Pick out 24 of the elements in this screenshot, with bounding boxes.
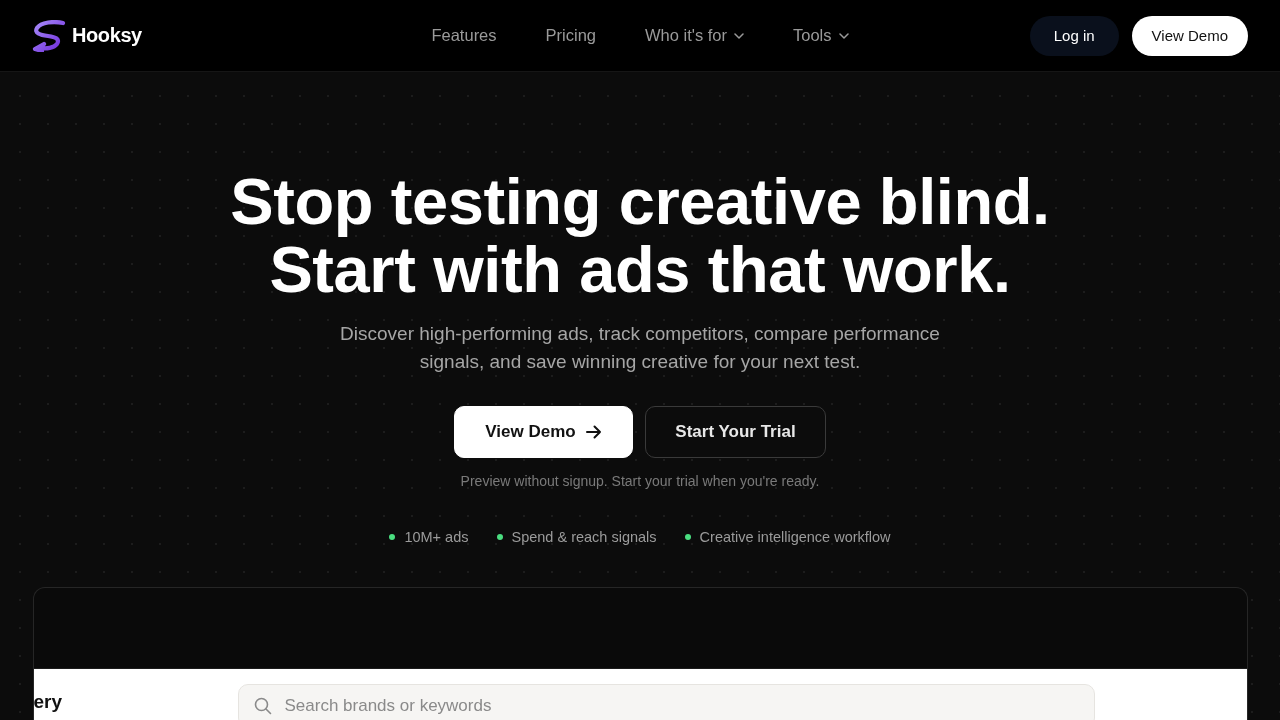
status-dot-icon xyxy=(389,534,396,540)
brand-name: Hooksy xyxy=(72,24,142,47)
login-button[interactable]: Log in xyxy=(1029,15,1119,56)
arrow-right-icon xyxy=(585,425,602,439)
hero-headline: Start with ads that work. xyxy=(269,236,1012,304)
hero-subtitle: Discover high-performing ads, track competitors, compare performance signals, and save winning creative for your next test. xyxy=(339,322,941,374)
start-trial-button[interactable]: Start Your Trial xyxy=(645,406,826,458)
highlight-label: Creative intelligence workflow xyxy=(699,528,891,547)
search-icon xyxy=(253,697,272,715)
status-dot-icon xyxy=(496,534,503,540)
logo-icon xyxy=(32,19,66,52)
nav-menu-link[interactable]: Who it's for xyxy=(645,26,744,45)
hero-note: Preview without signup. Start your trial when you're ready. xyxy=(460,472,820,491)
hero-headline: Stop testing creative blind. xyxy=(230,168,1050,236)
nav-link[interactable]: Pricing xyxy=(545,26,596,45)
view-demo-button[interactable]: View Demo xyxy=(454,406,633,458)
highlight-label: 10M+ ads xyxy=(404,528,469,547)
nav-link[interactable]: Features xyxy=(431,26,497,45)
view-demo-button[interactable]: View Demo xyxy=(1131,15,1248,56)
highlight-label: Spend & reach signals xyxy=(511,528,657,547)
panel-title: ery xyxy=(33,690,63,713)
status-dot-icon xyxy=(684,534,691,540)
search-field[interactable]: Search brands or keywords xyxy=(237,684,1095,720)
nav-menu-link[interactable]: Tools xyxy=(793,26,849,45)
